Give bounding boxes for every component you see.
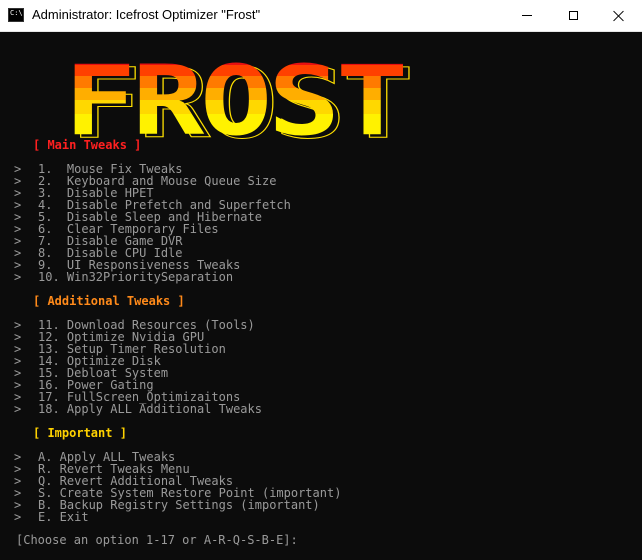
maximize-button[interactable] <box>550 0 596 31</box>
logo-letter: O <box>200 45 273 157</box>
frost-logo: F F R R O O S S T T <box>64 45 415 157</box>
chevron-right-icon: > <box>14 270 22 284</box>
important-header: [ Important ] <box>33 426 127 440</box>
menu-item: >18. Apply ALL Additional Tweaks <box>14 403 262 415</box>
chevron-right-icon: > <box>14 510 22 524</box>
menu-item: > E. Exit <box>14 511 89 523</box>
input-prompt[interactable]: [Choose an option 1-17 or A-R-Q-S-B-E]: <box>16 534 298 546</box>
main-tweaks-header: [ Main Tweaks ] <box>33 138 142 152</box>
title-bar[interactable]: C:\. Administrator: Icefrost Optimizer "… <box>0 0 642 32</box>
console-app-icon: C:\. <box>8 8 27 22</box>
close-button[interactable] <box>596 0 642 31</box>
logo-letter: T <box>336 45 409 157</box>
logo-letter: S <box>268 45 341 157</box>
additional-tweaks-header: [ Additional Tweaks ] <box>33 294 185 308</box>
console-output[interactable]: F F R R O O S S T T [ Main Tweaks ] >1. … <box>0 32 642 560</box>
logo-letter: F <box>64 45 137 157</box>
menu-item-label: E. Exit <box>38 510 89 524</box>
menu-item-label: 10. Win32PrioritySeparation <box>38 270 234 284</box>
console-app-icon-text: C:\. <box>10 9 27 17</box>
maximize-icon <box>568 11 578 20</box>
close-icon <box>613 10 625 22</box>
minimize-icon <box>522 15 532 16</box>
menu-item-label: 18. Apply ALL Additional Tweaks <box>38 402 262 416</box>
menu-item: >10. Win32PrioritySeparation <box>14 271 233 283</box>
window-title: Administrator: Icefrost Optimizer "Frost… <box>32 7 261 22</box>
minimize-button[interactable] <box>504 0 550 31</box>
console-window: C:\. Administrator: Icefrost Optimizer "… <box>0 0 642 560</box>
chevron-right-icon: > <box>14 402 22 416</box>
logo-letter: R <box>132 45 205 157</box>
